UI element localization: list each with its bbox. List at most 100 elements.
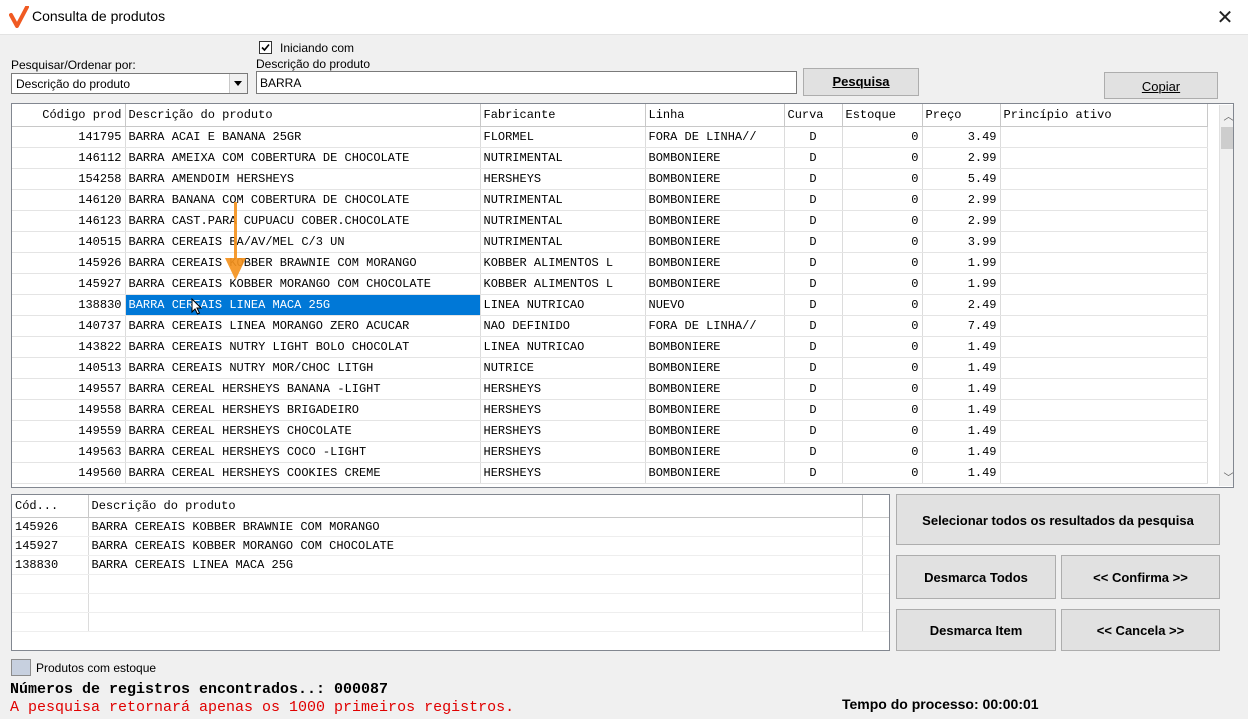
table-cell: NUTRIMENTAL — [480, 231, 646, 253]
results-grid[interactable]: Código prod Descrição do produto Fabricant… — [11, 103, 1234, 488]
table-row[interactable]: 140737 BARRA CEREAIS LINEA MORANGO ZERO A… — [12, 315, 1208, 337]
table-cell: D — [784, 231, 843, 253]
unmark-all-button[interactable]: Desmarca Todos — [896, 555, 1056, 599]
list-item[interactable]: 145927 BARRA CEREAIS KOBBER MORANGO COM C… — [12, 536, 889, 556]
table-row[interactable]: 146120 BARRA BANANA COM COBERTURA DE CHOC… — [12, 189, 1208, 211]
column-header[interactable]: Curva — [784, 104, 843, 127]
search-button[interactable]: Pesquisa — [803, 68, 919, 96]
table-row[interactable]: 145927 BARRA CEREAIS KOBBER MORANGO COM C… — [12, 273, 1208, 295]
list-item[interactable] — [12, 612, 889, 632]
table-cell: 0 — [842, 252, 923, 274]
table-cell: 2.99 — [922, 189, 1001, 211]
close-icon[interactable]: ✕ — [1212, 4, 1238, 30]
table-cell — [1000, 378, 1208, 400]
table-row[interactable]: 149559 BARRA CEREAL HERSHEYS CHOCOLATE HER… — [12, 420, 1208, 442]
table-cell: 1.49 — [922, 441, 1001, 463]
table-cell: BARRA BANANA COM COBERTURA DE CHOCOLATE — [125, 189, 481, 211]
table-row[interactable]: 146123 BARRA CAST.PARA CUPUACU COBER.CHOC… — [12, 210, 1208, 232]
column-header[interactable]: Descrição do produto — [88, 495, 863, 518]
table-cell: 149557 — [12, 378, 126, 400]
starts-with-checkbox[interactable] — [259, 41, 272, 54]
table-cell: 7.49 — [922, 315, 1001, 337]
table-cell: BOMBONIERE — [645, 336, 785, 358]
unmark-item-button[interactable]: Desmarca Item — [896, 609, 1056, 651]
column-header[interactable]: Linha — [645, 104, 785, 127]
column-header[interactable]: Descrição do produto — [125, 104, 481, 127]
confirm-button[interactable]: << Confirma >> — [1061, 555, 1220, 599]
table-cell: 0 — [842, 378, 923, 400]
title-bar: Consulta de produtos ✕ — [0, 0, 1248, 35]
table-cell: BOMBONIERE — [645, 252, 785, 274]
table-cell: 0 — [842, 441, 923, 463]
table-cell: D — [784, 273, 843, 295]
table-cell — [1000, 210, 1208, 232]
table-cell: BOMBONIERE — [645, 378, 785, 400]
table-row[interactable]: 141795 BARRA ACAI E BANANA 25GR FLORMEL FOR… — [12, 126, 1208, 148]
table-cell — [1000, 441, 1208, 463]
table-row[interactable]: 143822 BARRA CEREAIS NUTRY LIGHT BOLO CHO… — [12, 336, 1208, 358]
table-cell: D — [784, 126, 843, 148]
table-row[interactable]: 140515 BARRA CEREAIS BA/AV/MEL C/3 UN NUTR… — [12, 231, 1208, 253]
table-cell: 145926 — [12, 252, 126, 274]
results-scrollbar[interactable]: ︿ ﹀ — [1219, 105, 1234, 486]
table-row[interactable]: 145926 BARRA CEREAIS KOBBER BRAWNIE COM M… — [12, 252, 1208, 274]
table-row[interactable]: 146112 BARRA AMEIXA COM COBERTURA DE CHOC… — [12, 147, 1208, 169]
table-row[interactable]: 140513 BARRA CEREAIS NUTRY MOR/CHOC LITGH… — [12, 357, 1208, 379]
table-row[interactable]: 149563 BARRA CEREAL HERSHEYS COCO -LIGHT H… — [12, 441, 1208, 463]
list-item[interactable] — [12, 574, 889, 594]
list-cell — [88, 574, 863, 594]
list-cell: BARRA CEREAIS LINEA MACA 25G — [88, 555, 863, 575]
list-item[interactable]: 138830 BARRA CEREAIS LINEA MACA 25G — [12, 555, 889, 575]
check-icon — [261, 43, 270, 52]
list-cell — [88, 612, 863, 632]
orange-arrow-icon — [225, 202, 246, 280]
table-cell: 1.49 — [922, 420, 1001, 442]
scroll-down-icon[interactable]: ﹀ — [1220, 469, 1234, 484]
table-cell: HERSHEYS — [480, 420, 646, 442]
table-row[interactable]: 149557 BARRA CEREAL HERSHEYS BANANA -LIGH… — [12, 378, 1208, 400]
search-input[interactable]: BARRA — [256, 71, 797, 94]
table-cell: BOMBONIERE — [645, 231, 785, 253]
table-cell: BARRA AMENDOIM HERSHEYS — [125, 168, 481, 190]
process-time-text: Tempo do processo: 00:00:01 — [842, 696, 1039, 712]
select-all-button[interactable]: Selecionar todos os resultados da pesqui… — [896, 494, 1220, 545]
table-cell: BARRA CEREAIS LINEA MORANGO ZERO ACUCAR — [125, 315, 481, 337]
table-cell: 0 — [842, 147, 923, 169]
column-header[interactable]: Cód... — [12, 495, 89, 518]
selected-items-grid[interactable]: Cód... Descrição do produto 145926 BARRA C… — [11, 494, 890, 651]
column-header[interactable]: Preço — [922, 104, 1001, 127]
cancel-button[interactable]: << Cancela >> — [1061, 609, 1220, 651]
combo-dropdown-button[interactable] — [229, 74, 247, 93]
table-row[interactable]: 149560 BARRA CEREAL HERSHEYS COOKIES CREM… — [12, 462, 1208, 484]
copy-button[interactable]: Copiar — [1104, 72, 1218, 99]
sort-combobox[interactable]: Descrição do produto — [11, 73, 248, 94]
table-cell — [1000, 315, 1208, 337]
table-cell: LINEA NUTRICAO — [480, 336, 646, 358]
table-cell: BOMBONIERE — [645, 420, 785, 442]
table-cell: 138830 — [12, 294, 126, 316]
column-header[interactable]: Princípio ativo — [1000, 104, 1208, 127]
scrollbar-thumb[interactable] — [1221, 127, 1233, 149]
table-cell: BARRA CEREAL HERSHEYS COCO -LIGHT — [125, 441, 481, 463]
table-cell: D — [784, 336, 843, 358]
column-header[interactable]: Estoque — [842, 104, 923, 127]
table-cell: 140737 — [12, 315, 126, 337]
table-cell: D — [784, 420, 843, 442]
column-header[interactable]: Fabricante — [480, 104, 646, 127]
table-cell: 0 — [842, 126, 923, 148]
scroll-up-icon[interactable]: ︿ — [1220, 108, 1234, 123]
table-row[interactable]: 149558 BARRA CEREAL HERSHEYS BRIGADEIRO HE… — [12, 399, 1208, 421]
list-item[interactable]: 145926 BARRA CEREAIS KOBBER BRAWNIE COM M… — [12, 517, 889, 537]
table-cell: 0 — [842, 357, 923, 379]
list-cell — [12, 612, 89, 632]
column-header[interactable]: Código prod — [12, 104, 126, 127]
list-cell: BARRA CEREAIS KOBBER MORANGO COM CHOCOLA… — [88, 536, 863, 556]
list-item[interactable] — [12, 593, 889, 613]
table-cell: 0 — [842, 189, 923, 211]
table-cell: BOMBONIERE — [645, 357, 785, 379]
table-row[interactable]: 154258 BARRA AMENDOIM HERSHEYS HERSHEYS BOM… — [12, 168, 1208, 190]
table-cell: BOMBONIERE — [645, 168, 785, 190]
table-cell: NUEVO — [645, 294, 785, 316]
table-cell: 1.49 — [922, 462, 1001, 484]
list-cell — [862, 574, 889, 594]
